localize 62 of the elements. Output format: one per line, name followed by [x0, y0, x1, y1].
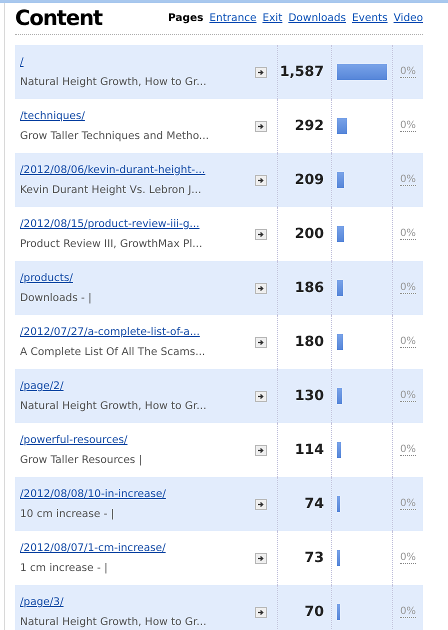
percent-value: 0%	[400, 120, 416, 132]
visit-count: 114	[294, 442, 324, 458]
percent-value: 0%	[400, 336, 416, 348]
page-link[interactable]: /2012/08/15/product-review-iii-g...	[20, 218, 255, 230]
arrow-icon[interactable]	[255, 228, 267, 240]
percent-value: 0%	[400, 606, 416, 618]
tab[interactable]: Events	[352, 12, 388, 24]
page-title: Grow Taller Resources |	[20, 454, 144, 466]
page-title: Kevin Durant Height Vs. Lebron J...	[20, 184, 202, 196]
percent-value: 0%	[400, 390, 416, 402]
arrow-icon[interactable]	[255, 606, 267, 618]
page-title: A Complete List Of All The Scams...	[20, 346, 206, 358]
page-link[interactable]: /page/3/	[20, 596, 255, 608]
page-title: Downloads - |	[20, 292, 93, 304]
page-title: Product Review III, GrowthMax Pl...	[20, 238, 204, 250]
arrow-icon[interactable]	[255, 174, 267, 186]
page-link[interactable]: /	[20, 56, 255, 68]
page-link[interactable]: /techniques/	[20, 110, 255, 122]
page-title: 1 cm increase - |	[20, 562, 109, 574]
visit-count: 73	[304, 550, 324, 566]
visit-count: 130	[294, 388, 324, 404]
percent-value: 0%	[400, 228, 416, 240]
page-link[interactable]: /powerful-resources/	[20, 434, 255, 446]
arrow-icon[interactable]	[255, 390, 267, 402]
page-title: 10 cm increase - |	[20, 508, 116, 520]
tab[interactable]: Video	[394, 12, 423, 24]
visit-count: 1,587	[280, 64, 324, 80]
page-title: Natural Height Growth, How to Gr...	[20, 76, 208, 88]
tab[interactable]: Entrance	[209, 12, 256, 24]
content-heading: Content	[15, 6, 102, 30]
visit-count: 292	[294, 118, 324, 134]
tab[interactable]: Downloads	[288, 12, 346, 24]
percent-value: 0%	[400, 174, 416, 186]
page-link[interactable]: /2012/08/08/10-in-increase/	[20, 488, 255, 500]
visit-count: 74	[304, 496, 324, 512]
arrow-icon[interactable]	[255, 498, 267, 510]
percent-value: 0%	[400, 66, 416, 78]
arrow-icon[interactable]	[255, 120, 267, 132]
tab[interactable]: Exit	[262, 12, 282, 24]
arrow-icon[interactable]	[255, 552, 267, 564]
visit-count: 186	[294, 280, 324, 296]
arrow-icon[interactable]	[255, 336, 267, 348]
visit-count: 209	[294, 172, 324, 188]
percent-value: 0%	[400, 444, 416, 456]
page-link[interactable]: /2012/08/07/1-cm-increase/	[20, 542, 255, 554]
page-link[interactable]: /products/	[20, 272, 255, 284]
page-link[interactable]: /2012/07/27/a-complete-list-of-a...	[20, 326, 255, 338]
percent-value: 0%	[400, 498, 416, 510]
page-title: Natural Height Growth, How to Gr...	[20, 400, 208, 412]
tab[interactable]: Pages	[168, 12, 204, 24]
percent-value: 0%	[400, 552, 416, 564]
visit-count: 70	[304, 604, 324, 620]
visit-count: 200	[294, 226, 324, 242]
page-link[interactable]: /page/2/	[20, 380, 255, 392]
percent-value: 0%	[400, 282, 416, 294]
visit-count: 180	[294, 334, 324, 350]
arrow-icon[interactable]	[255, 66, 267, 78]
page-title: Natural Height Growth, How to Gr...	[20, 616, 208, 628]
arrow-icon[interactable]	[255, 282, 267, 294]
arrow-icon[interactable]	[255, 444, 267, 456]
page-link[interactable]: /2012/08/06/kevin-durant-height-...	[20, 164, 255, 176]
page-title: Grow Taller Techniques and Metho...	[20, 130, 210, 142]
